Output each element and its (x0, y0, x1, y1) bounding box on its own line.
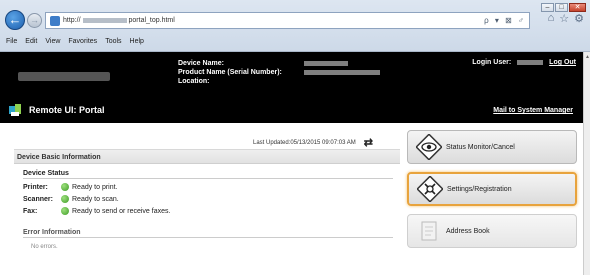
status-value: Ready to print. (72, 183, 118, 191)
forward-button[interactable]: → (27, 13, 42, 28)
status-monitor-eye-icon (415, 133, 443, 161)
menu-favorites[interactable]: Favorites (68, 38, 97, 45)
mail-to-system-manager-link[interactable]: Mail to System Manager (493, 107, 573, 114)
status-row-scanner: Scanner: Ready to scan. (23, 195, 400, 203)
vertical-scrollbar[interactable]: ▲ (583, 52, 590, 275)
address-bar[interactable]: http://portal_top.html ρ ▾ ⊠ ♂ (45, 12, 530, 29)
address-tools-icons[interactable]: ρ ▾ ⊠ ♂ (484, 16, 526, 25)
menu-view[interactable]: View (45, 38, 60, 45)
status-monitor-label: Status Monitor/Cancel (446, 143, 515, 151)
last-updated: Last Updated:05/13/2015 09:07:03 AM ⇄ (253, 136, 373, 149)
address-book-icon (416, 218, 442, 244)
status-ok-icon (61, 183, 69, 191)
status-label: Printer: (23, 183, 48, 191)
page-favicon-icon (50, 15, 60, 26)
product-name-label: Product Name (Serial Number): (178, 69, 282, 76)
brand-logo (18, 72, 110, 81)
maximize-button[interactable]: □ (555, 3, 568, 12)
location-label: Location: (178, 78, 210, 85)
address-book-button[interactable]: Address Book (407, 214, 577, 248)
device-name-value (304, 61, 348, 66)
last-updated-text: Last Updated:05/13/2015 09:07:03 AM (253, 139, 356, 146)
error-information-text: No errors. (31, 244, 58, 250)
remote-ui-header: Device Name: Product Name (Serial Number… (0, 52, 583, 123)
settings-registration-label: Settings/Registration (447, 185, 512, 193)
refresh-icon[interactable]: ⇄ (364, 136, 373, 149)
address-url: http://portal_top.html (63, 17, 175, 24)
status-ok-icon (61, 207, 69, 215)
status-row-printer: Printer: Ready to print. (23, 183, 400, 191)
status-value: Ready to scan. (72, 195, 119, 203)
settings-registration-button[interactable]: Settings/Registration (407, 172, 577, 206)
device-basic-information-panel: Device Basic Information Device Status P… (14, 149, 400, 275)
tools-gear-icon[interactable]: ⚙ (574, 12, 584, 25)
minimize-button[interactable]: – (541, 3, 554, 12)
window-controls: – □ ✕ (541, 3, 586, 12)
portal-title: Remote UI: Portal (8, 103, 105, 117)
remote-ui-icon (8, 103, 22, 117)
panel-title: Device Basic Information (14, 150, 400, 164)
device-name-label: Device Name: (178, 60, 224, 67)
status-value: Ready to send or receive faxes. (72, 207, 171, 215)
portal-title-text: Remote UI: Portal (29, 105, 105, 115)
close-window-button[interactable]: ✕ (569, 3, 586, 12)
status-ok-icon (61, 195, 69, 203)
menu-file[interactable]: File (6, 38, 17, 45)
home-icon[interactable]: ⌂ (548, 12, 555, 25)
favorites-star-icon[interactable]: ☆ (559, 12, 569, 25)
login-user-value (517, 60, 544, 65)
browser-right-icons: ⌂ ☆ ⚙ (548, 12, 584, 25)
status-monitor-button[interactable]: Status Monitor/Cancel (407, 130, 577, 164)
device-info: Device Name: Product Name (Serial Number… (178, 59, 380, 86)
status-label: Fax: (23, 207, 38, 215)
log-out-link[interactable]: Log Out (549, 59, 576, 66)
status-label: Scanner: (23, 195, 53, 203)
menu-bar: File Edit View Favorites Tools Help (6, 38, 144, 45)
back-button[interactable]: ← (5, 10, 25, 30)
scroll-up-arrow-icon[interactable]: ▲ (585, 54, 590, 60)
menu-help[interactable]: Help (130, 38, 144, 45)
browser-chrome: – □ ✕ ← → http://portal_top.html ρ ▾ ⊠ ♂… (0, 0, 590, 52)
product-name-value (304, 70, 380, 75)
error-information-title: Error Information (23, 229, 393, 238)
login-area: Login User: Log Out (472, 59, 576, 66)
device-status-title: Device Status (23, 170, 393, 179)
address-book-label: Address Book (446, 227, 490, 235)
status-row-fax: Fax: Ready to send or receive faxes. (23, 207, 400, 215)
menu-edit[interactable]: Edit (25, 38, 37, 45)
menu-tools[interactable]: Tools (105, 38, 121, 45)
settings-registration-icon (416, 175, 444, 203)
login-user-label: Login User: (472, 59, 512, 66)
